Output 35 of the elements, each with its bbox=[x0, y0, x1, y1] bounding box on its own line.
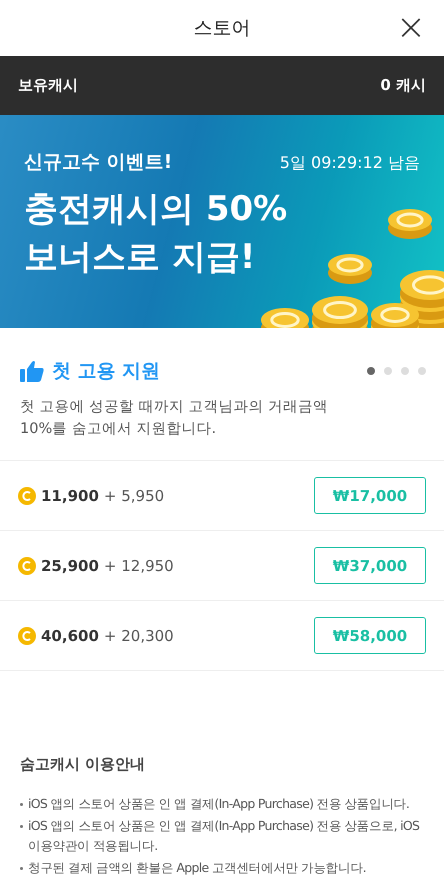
guide-text: iOS 앱의 스토어 상품은 인 앱 결제(In-App Purchase) 전용 상품입니다. bbox=[28, 795, 410, 813]
guide-text: 청구된 결제 금액의 환불은 Apple 고객센터에서만 가능합니다. bbox=[28, 859, 366, 877]
bullet-icon bbox=[20, 803, 23, 806]
price-button[interactable]: ₩37,000 bbox=[314, 547, 426, 584]
coin-icon bbox=[18, 486, 36, 504]
bonus-amount: + 20,300 bbox=[104, 626, 175, 644]
bonus-amount: + 12,950 bbox=[104, 556, 175, 574]
promo-title: 첫 고용 지원 bbox=[52, 359, 160, 384]
cash-amount: 40,600 bbox=[41, 626, 99, 644]
cash-amount: 25,900 bbox=[41, 556, 99, 574]
promo-description: 첫 고용에 성공할 때까지 고객님과의 거래금액 10%를 숨고에서 지원합니다. bbox=[20, 398, 330, 439]
banner-headline: 보너스로 지급! bbox=[24, 236, 256, 279]
carousel-dot[interactable] bbox=[367, 367, 375, 375]
balance-label: 보유캐시 bbox=[18, 76, 78, 95]
coin-icon bbox=[18, 556, 36, 574]
event-tag: 신규고수 이벤트! bbox=[24, 149, 172, 175]
cash-amount: 11,900 bbox=[41, 486, 99, 504]
close-button[interactable]: × bbox=[396, 8, 426, 48]
balance-value: 0 캐시 bbox=[380, 76, 426, 95]
bullet-icon bbox=[20, 867, 23, 870]
price-button[interactable]: ₩17,000 bbox=[314, 477, 426, 514]
coin-icon bbox=[18, 626, 36, 644]
page-title: 스토어 bbox=[194, 16, 250, 41]
countdown: 5일 09:29:12 남음 bbox=[280, 153, 420, 174]
bonus-amount: + 5,950 bbox=[104, 486, 166, 504]
carousel-dot[interactable] bbox=[401, 367, 409, 375]
banner-headline: 충전캐시의 50% bbox=[24, 188, 288, 231]
carousel-dot[interactable] bbox=[418, 367, 426, 375]
bullet-icon bbox=[20, 825, 23, 828]
thumbs-up-icon bbox=[20, 360, 44, 382]
guide-text: iOS 앱의 스토어 상품은 인 앱 결제(In-App Purchase) 전용 상품으로, iOS 이용약관이 적용됩니다. bbox=[28, 817, 420, 855]
event-banner[interactable]: 신규고수 이벤트! 5일 09:29:12 남음 충전캐시의 50% 보너스로 지급! bbox=[0, 115, 444, 328]
guide-title: 숨고캐시 이용안내 bbox=[20, 755, 146, 774]
carousel-dot[interactable] bbox=[384, 367, 392, 375]
price-button[interactable]: ₩58,000 bbox=[314, 617, 426, 654]
